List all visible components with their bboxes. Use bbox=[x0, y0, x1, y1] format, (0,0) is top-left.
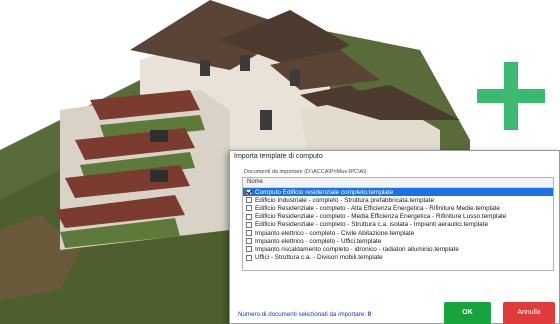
selected-count-value: 0 bbox=[367, 311, 372, 318]
list-item[interactable]: Impianto elettrico - completo - Uffici.t… bbox=[243, 237, 553, 245]
template-list[interactable]: Nome Computo Edificio residenziale compl… bbox=[242, 177, 554, 271]
list-item-checkbox[interactable] bbox=[246, 205, 252, 212]
list-item-checkbox[interactable] bbox=[246, 221, 252, 228]
selected-count-text: Numero di documenti selezionati da impor… bbox=[238, 311, 366, 318]
list-item-label: Impianto elettrico - completo - Uffici.t… bbox=[255, 237, 382, 245]
list-item-checkbox[interactable] bbox=[246, 246, 252, 253]
list-item-checkbox[interactable] bbox=[246, 189, 252, 196]
list-item-checkbox[interactable] bbox=[246, 213, 252, 220]
list-item[interactable]: Edificio Residenziale - completo - Alta … bbox=[243, 204, 553, 212]
import-template-dialog: Importa template di computo Documenti da… bbox=[229, 150, 560, 324]
list-item[interactable]: Edificio Industriale - completo - Strutt… bbox=[243, 196, 553, 204]
list-item-label: Edificio Residenziale - completo - Alta … bbox=[255, 204, 500, 212]
list-item-label: Computo Edificio residenziale completo.t… bbox=[255, 188, 394, 196]
list-item[interactable]: Impianto elettrico - completo - Civile A… bbox=[243, 229, 553, 237]
list-item[interactable]: Computo Edificio residenziale completo.t… bbox=[243, 188, 553, 197]
list-item[interactable]: Uffici - Struttura c.a. - Divisori mobil… bbox=[243, 254, 553, 262]
list-item[interactable]: Edificio Residenziale - completo - Media… bbox=[243, 213, 553, 221]
list-item-label: Edificio Residenziale - completo - Strut… bbox=[255, 221, 489, 229]
documents-path-label: Documenti da importare (D:\ACCA\PriMus-I… bbox=[244, 169, 367, 175]
list-item-label: Edificio Residenziale - completo - Media… bbox=[255, 213, 507, 221]
list-item[interactable]: Impianto riscaldamento completo - idroni… bbox=[243, 245, 553, 253]
list-item-checkbox[interactable] bbox=[246, 197, 252, 204]
list-item-checkbox[interactable] bbox=[246, 254, 252, 261]
cancel-button[interactable]: Annulla bbox=[503, 302, 555, 324]
plus-icon bbox=[477, 62, 545, 130]
list-item[interactable]: Edificio Residenziale - completo - Strut… bbox=[243, 221, 553, 229]
list-item-checkbox[interactable] bbox=[246, 238, 252, 245]
ok-button[interactable]: OK bbox=[444, 302, 491, 324]
list-item-checkbox[interactable] bbox=[246, 230, 252, 237]
list-item-label: Impianto elettrico - completo - Civile A… bbox=[255, 229, 415, 237]
selected-count-label: Numero di documenti selezionati da impor… bbox=[238, 311, 371, 318]
list-item-label: Uffici - Struttura c.a. - Divisori mobil… bbox=[255, 254, 383, 262]
dialog-title: Importa template di computo bbox=[234, 153, 323, 160]
list-item-label: Impianto riscaldamento completo - idroni… bbox=[255, 245, 459, 253]
list-column-header-name[interactable]: Nome bbox=[243, 178, 553, 188]
list-item-label: Edificio Industriale - completo - Strutt… bbox=[255, 196, 435, 204]
